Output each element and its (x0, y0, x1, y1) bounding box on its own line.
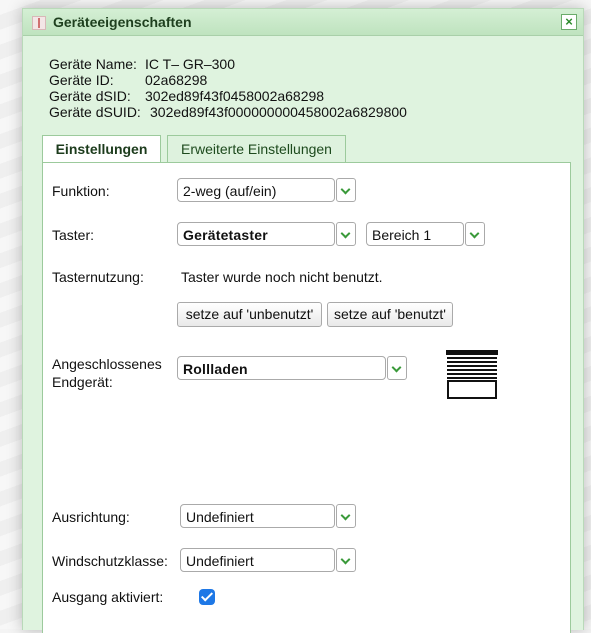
bereich-select[interactable]: Bereich 1 (366, 222, 485, 246)
device-dsid-label: Geräte dSID: (49, 88, 131, 104)
windschutz-label: Windschutzklasse: (52, 553, 168, 569)
settings-panel: Funktion: 2-weg (auf/ein) Taster: Geräte… (42, 162, 571, 633)
windschutz-value: Undefiniert (186, 553, 254, 569)
device-dsid-value: 302ed89f43f0458002a68298 (145, 88, 325, 104)
device-name-value: IC T– GR–300 (145, 56, 236, 72)
endgeraet-label-line2: Endgerät: (52, 374, 113, 390)
bereich-value: Bereich 1 (372, 227, 432, 243)
chevron-down-icon[interactable] (336, 178, 356, 202)
tasternutzung-value: Taster wurde noch nicht benutzt. (181, 269, 383, 285)
device-dsuid-value: 302ed89f43f000000000458002a6829800 (150, 104, 407, 120)
chevron-down-icon[interactable] (387, 356, 407, 380)
tab-erweiterte-einstellungen[interactable]: Erweiterte Einstellungen (167, 135, 346, 163)
ausgang-label: Ausgang aktiviert: (52, 589, 164, 605)
device-dsid-row: Geräte dSID: 302ed89f43f0458002a68298 (49, 88, 407, 104)
device-properties-dialog: Geräteeigenschaften × Geräte Name: IC T–… (22, 8, 584, 633)
set-used-button[interactable]: setze auf 'benutzt' (327, 302, 453, 327)
blind-icon (446, 350, 498, 399)
endgeraet-value: Rollladen (183, 361, 248, 377)
device-dsuid-row: Geräte dSUID: 302ed89f43f000000000458002… (49, 104, 407, 120)
device-id-value: 02a68298 (145, 72, 208, 88)
windschutz-select[interactable]: Undefiniert (180, 548, 356, 572)
device-id-row: Geräte ID: 02a68298 (49, 72, 407, 88)
device-name-row: Geräte Name: IC T– GR–300 (49, 56, 407, 72)
dialog-titlebar[interactable]: Geräteeigenschaften × (23, 9, 583, 36)
set-unused-button[interactable]: setze auf 'unbenutzt' (177, 302, 322, 327)
taster-select[interactable]: Gerätetaster (177, 222, 356, 246)
tab-einstellungen[interactable]: Einstellungen (42, 135, 161, 164)
taster-value: Gerätetaster (183, 227, 268, 243)
funktion-value: 2-weg (auf/ein) (183, 183, 277, 199)
chevron-down-icon[interactable] (336, 222, 356, 246)
ausgang-checkbox[interactable] (199, 589, 215, 605)
funktion-select[interactable]: 2-weg (auf/ein) (177, 178, 356, 202)
device-icon (32, 16, 46, 30)
ausrichtung-value: Undefiniert (186, 509, 254, 525)
device-dsuid-label: Geräte dSUID: (49, 104, 141, 120)
endgeraet-select[interactable]: Rollladen (177, 356, 407, 380)
taster-label: Taster: (52, 227, 95, 243)
dialog-title: Geräteeigenschaften (53, 14, 192, 30)
chevron-down-icon[interactable] (336, 548, 356, 572)
device-id-label: Geräte ID: (49, 72, 114, 88)
chevron-down-icon[interactable] (336, 504, 356, 528)
device-name-label: Geräte Name: (49, 56, 137, 72)
device-info: Geräte Name: IC T– GR–300 Geräte ID: 02a… (49, 56, 407, 120)
funktion-label: Funktion: (52, 183, 110, 199)
close-button[interactable]: × (561, 14, 577, 30)
endgeraet-label-line1: Angeschlossenes (52, 356, 162, 372)
chevron-down-icon[interactable] (465, 222, 485, 246)
tasternutzung-label: Tasternutzung: (52, 269, 144, 285)
ausrichtung-label: Ausrichtung: (52, 509, 130, 525)
ausrichtung-select[interactable]: Undefiniert (180, 504, 356, 528)
